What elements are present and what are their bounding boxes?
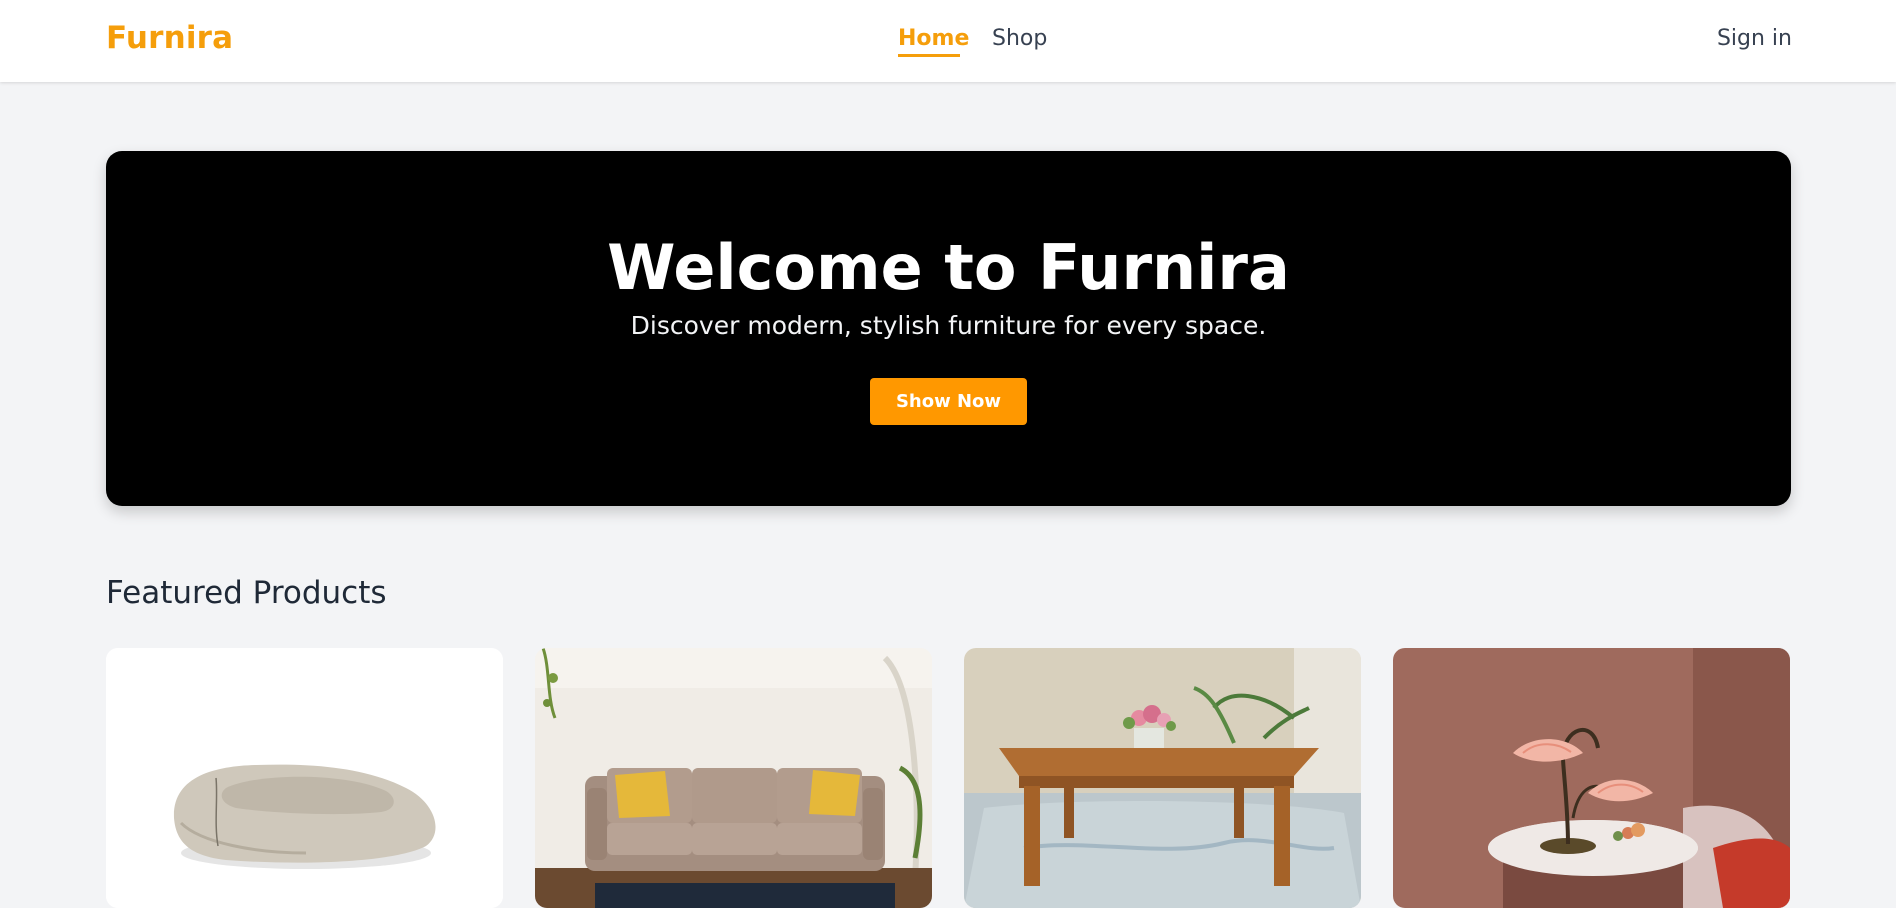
hero-subtitle: Discover modern, stylish furniture for e… xyxy=(630,311,1267,340)
show-now-button[interactable]: Show Now xyxy=(870,378,1027,425)
hero-title: Welcome to Furnira xyxy=(607,231,1290,304)
product-card-sofa[interactable] xyxy=(535,648,932,908)
active-nav-underline xyxy=(898,54,960,57)
product-card-lamp[interactable] xyxy=(1393,648,1790,908)
product-card-table[interactable] xyxy=(964,648,1361,908)
flower-table-lamp-image xyxy=(1393,648,1790,908)
top-navbar: Furnira Home Shop Sign in xyxy=(0,0,1896,82)
three-seat-sofa-image xyxy=(535,648,932,908)
bean-bag-chair-image xyxy=(106,648,503,908)
featured-products-heading: Featured Products xyxy=(106,575,387,611)
hero-banner: Welcome to Furnira Discover modern, styl… xyxy=(106,151,1791,506)
nav-shop-link[interactable]: Shop xyxy=(992,26,1047,51)
main-nav: Home Shop xyxy=(0,0,1896,82)
sign-in-link[interactable]: Sign in xyxy=(1717,26,1792,51)
product-card-bean-bag[interactable] xyxy=(106,648,503,908)
nav-home-link[interactable]: Home xyxy=(898,26,969,51)
wooden-table-image xyxy=(964,648,1361,908)
